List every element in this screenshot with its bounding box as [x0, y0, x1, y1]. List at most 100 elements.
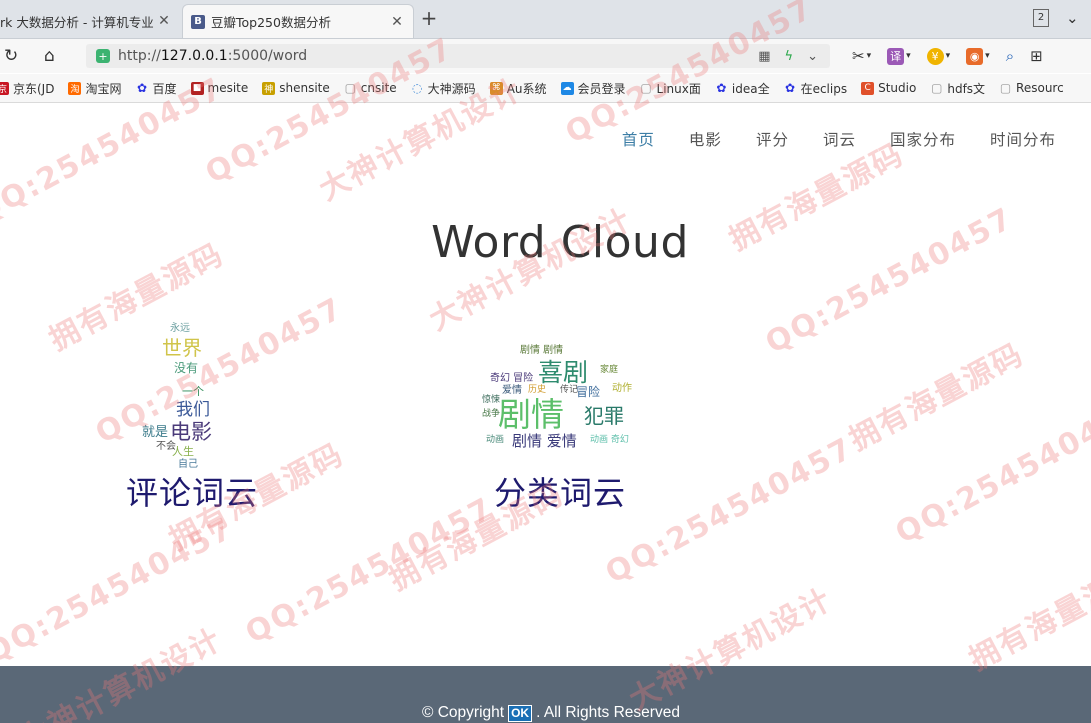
mesite-icon: ■	[190, 81, 204, 95]
au-icon: ⌘	[489, 81, 503, 95]
cloud-word: 世界	[162, 336, 202, 360]
bookmark-item[interactable]: ■ mesite	[190, 81, 248, 95]
cloud-word: 惊悚	[482, 395, 501, 405]
bookmark-item[interactable]: ⌘ Au系统	[489, 80, 547, 97]
site-nav: 首页 电影 评分 词云 国家分布 时间分布	[588, 128, 1056, 150]
cloud-word: 一个	[182, 385, 204, 398]
bookmark-label: hdfs文	[947, 81, 986, 96]
bookmark-item[interactable]: ▢ Resourc	[999, 81, 1064, 95]
watermark-text: 拥有海量源码	[843, 336, 1030, 458]
cloud-word: 战争	[482, 409, 501, 419]
coin-icon[interactable]: ¥ ▾	[926, 47, 950, 65]
cloud-word: 没有	[174, 361, 199, 375]
cloud-word: 动画	[486, 435, 505, 445]
bookmark-label: 会员登录	[577, 81, 626, 96]
globe-icon: ◌	[411, 81, 423, 95]
category-wordcloud-card[interactable]: 剧情 剧情 喜剧 奇幻 冒险 剧情 犯罪 冒险 爱情 剧情 爱情 动画 动作 传…	[480, 340, 640, 514]
cloud-word: 就是	[142, 425, 169, 440]
bookmark-item[interactable]: ▢ cnsite	[344, 81, 397, 95]
address-toolbar: ↻ ⌂ + http://127.0.0.1:5000/word ▦ ϟ ⌄ ✂…	[0, 39, 1091, 73]
nav-link-4[interactable]: 国家分布	[890, 128, 956, 150]
baidu-paw-icon: ✿	[716, 81, 727, 95]
cloud-icon: ☁	[560, 81, 574, 95]
watermark-text: QQ:254540457	[240, 490, 500, 651]
douban-favicon-icon: B	[191, 14, 205, 29]
cloud-word: 剧情	[498, 395, 564, 434]
cloud-word: 爱情	[502, 385, 522, 396]
nav-link-5[interactable]: 时间分布	[990, 128, 1056, 150]
cloud-word: 永远	[170, 323, 190, 334]
ok-badge-icon: OK	[508, 704, 533, 722]
browser-tab-inactive[interactable]: rk 大数据分析 - 计算机专业 ✕	[0, 4, 180, 38]
site-footer: © Copyright OK . All Rights Reserved	[0, 666, 1091, 723]
nav-link-0[interactable]: 首页	[622, 128, 655, 150]
bookmark-item[interactable]: ✿ idea全	[715, 80, 770, 97]
bookmark-item[interactable]: ◌ 大神源码	[411, 80, 476, 97]
cloud-word: 剧情 爱情	[512, 432, 577, 450]
copyright-prefix: © Copyright	[422, 704, 505, 721]
bookmark-label: 京东(JD	[13, 81, 55, 96]
browser-tab-active[interactable]: B 豆瓣Top250数据分析 ✕	[182, 4, 414, 38]
cloud-word: 动作	[612, 383, 632, 394]
page-icon: ▢	[344, 81, 356, 95]
nav-link-1[interactable]: 电影	[689, 128, 722, 150]
bookmark-item[interactable]: 淘淘宝网	[68, 80, 121, 97]
bookmark-item[interactable]: ✿ 百度	[135, 80, 177, 97]
category-wordcloud-caption[interactable]: 分类词云	[480, 468, 640, 514]
url-text: http://127.0.0.1:5000/word	[118, 48, 308, 64]
bookmark-label: 百度	[152, 81, 177, 96]
tab-count-badge[interactable]: 2	[1033, 9, 1049, 27]
cloud-word: 动画 奇幻	[590, 435, 629, 445]
translate-icon[interactable]: 译 ▾	[887, 47, 911, 65]
close-tab-icon[interactable]: ✕	[389, 14, 405, 30]
bookmark-label: shensite	[279, 81, 330, 95]
page-title: Word Cloud	[431, 217, 689, 269]
cloud-word: 剧情 剧情	[520, 345, 564, 356]
baidu-paw-icon: ✿	[785, 81, 796, 95]
chevron-down-icon[interactable]: ⌄	[807, 49, 818, 64]
bookmark-item[interactable]: C Studio	[861, 81, 916, 95]
nav-link-2[interactable]: 评分	[756, 128, 789, 150]
bookmark-item[interactable]: ✿ 在eclips	[784, 80, 847, 97]
shensite-icon: 神	[262, 81, 276, 95]
bookmark-label: Linux面	[656, 81, 701, 96]
studio-icon: C	[861, 81, 875, 95]
url-input[interactable]: + http://127.0.0.1:5000/word ▦ ϟ ⌄	[86, 44, 830, 68]
home-icon[interactable]: ⌂	[44, 46, 55, 66]
bookmark-label: idea全	[731, 81, 770, 96]
new-tab-icon[interactable]: +	[418, 6, 440, 30]
cloud-word: 我们	[176, 400, 210, 420]
baidu-paw-icon: ✿	[136, 81, 148, 95]
copyright-suffix: . All Rights Reserved	[536, 704, 680, 721]
cloud-word: 喜剧	[538, 358, 589, 387]
bookmark-item[interactable]: ▢ hdfs文	[930, 80, 985, 97]
cloud-word: 自己	[178, 459, 198, 470]
lightning-icon[interactable]: ϟ	[785, 49, 794, 64]
cloud-word: 奇幻 冒险	[490, 373, 534, 384]
search-icon[interactable]: ⌕	[1006, 47, 1014, 65]
game-icon[interactable]: ◉ ▾	[966, 47, 990, 65]
tab-title: 豆瓣Top250数据分析	[211, 15, 331, 30]
window-menu-icon[interactable]: ⌄	[1066, 9, 1079, 27]
page-icon: ▢	[931, 81, 943, 95]
close-tab-icon[interactable]: ✕	[156, 13, 172, 29]
apps-grid-icon[interactable]: ⊞	[1030, 47, 1043, 65]
bookmark-item[interactable]: ▢ Linux面	[640, 80, 701, 97]
secure-shield-icon: +	[96, 49, 110, 63]
qr-code-icon[interactable]: ▦	[758, 49, 770, 64]
scissors-icon[interactable]: ✂ ▾	[852, 47, 871, 65]
taobao-icon: 淘	[68, 81, 82, 95]
bookmark-label: cnsite	[360, 81, 397, 95]
page-icon: ▢	[999, 81, 1012, 95]
bookmark-label: Au系统	[506, 81, 547, 96]
bookmark-item[interactable]: ☁ 会员登录	[560, 80, 626, 97]
bookmark-item[interactable]: 神 shensite	[262, 81, 330, 95]
nav-link-3[interactable]: 词云	[823, 128, 856, 150]
category-wordcloud-image[interactable]: 剧情 剧情 喜剧 奇幻 冒险 剧情 犯罪 冒险 爱情 剧情 爱情 动画 动作 传…	[480, 340, 640, 472]
reload-icon[interactable]: ↻	[4, 46, 18, 66]
comment-wordcloud-image[interactable]: 永远 世界 没有 我们 电影 就是 不会 人生 自己 一个	[122, 316, 262, 472]
comment-wordcloud-caption[interactable]: 评论词云	[122, 468, 262, 514]
bookmark-item[interactable]: 京京东(JD	[0, 80, 54, 97]
page-icon: ▢	[640, 81, 652, 95]
comment-wordcloud-card[interactable]: 永远 世界 没有 我们 电影 就是 不会 人生 自己 一个 评论词云	[122, 316, 262, 514]
